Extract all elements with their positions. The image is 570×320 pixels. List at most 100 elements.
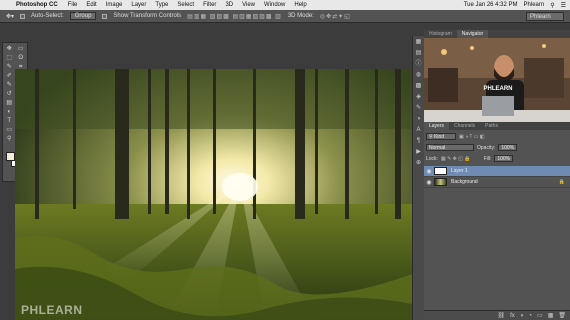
options-bar: ✥▾ Auto-Select: Group Show Transform Con…: [0, 10, 570, 23]
menu-file[interactable]: File: [68, 2, 78, 8]
quick-select-tool-icon[interactable]: ✎: [4, 63, 15, 71]
menu-filter[interactable]: Filter: [203, 2, 216, 8]
adjustment-layer-icon[interactable]: ◔: [528, 313, 532, 319]
layer-style-icon[interactable]: fx: [510, 313, 515, 319]
blend-mode-dropdown[interactable]: Normal: [426, 144, 474, 151]
filter-icons[interactable]: ▣ ◑ T ▭ ◧: [459, 134, 485, 140]
transform-controls-checkbox[interactable]: [102, 13, 108, 19]
document-canvas[interactable]: PHLEARN: [15, 69, 412, 320]
tab-paths[interactable]: Paths: [480, 122, 503, 130]
opacity-input[interactable]: 100%: [498, 144, 518, 151]
styles-icon[interactable]: ◈: [415, 93, 423, 101]
menu-image[interactable]: Image: [106, 2, 123, 8]
properties-icon[interactable]: ▤: [415, 49, 423, 57]
brushes-icon[interactable]: ✎: [415, 104, 423, 112]
type-tool-icon[interactable]: T: [4, 117, 15, 125]
auto-select-checkbox[interactable]: [20, 13, 26, 19]
navigator-tabs: Histogram Navigator: [424, 30, 570, 38]
presenter-video-frame: PHLEARN: [424, 38, 570, 122]
menu-type[interactable]: Type: [155, 2, 168, 8]
menu-view[interactable]: View: [242, 2, 255, 8]
clock-text[interactable]: Tue Jan 26 4:32 PM: [464, 2, 518, 8]
workspace-dropdown[interactable]: Phlearn: [526, 12, 564, 21]
menu-help[interactable]: Help: [294, 2, 306, 8]
move-tool-preset-icon[interactable]: ✥▾: [6, 13, 14, 20]
layers-panel: Layers Channels Paths ⚲ Kind ▣ ◑ T ▭ ◧ N…: [424, 122, 570, 320]
info-icon[interactable]: ⓘ: [415, 60, 423, 68]
lock-row: Lock: ▦ ✎ ✥ ◱ 🔒 Fill: 100%: [426, 155, 514, 162]
menu-select[interactable]: Select: [177, 2, 194, 8]
tab-histogram[interactable]: Histogram: [424, 30, 457, 38]
eyedropper-tool-icon[interactable]: ✐: [4, 72, 15, 80]
layer-row-layer-1[interactable]: ◉ Layer 1: [424, 166, 570, 177]
layer-thumbnail: [434, 167, 447, 175]
paragraph-icon[interactable]: ¶: [415, 137, 423, 145]
layers-bottom-bar: ⛓ fx ◑ ◔ ▭ ▦ 🗑: [424, 310, 570, 320]
layer-row-background[interactable]: ◉ Background 🔒: [424, 177, 570, 188]
presenter-video: PHLEARN: [424, 38, 570, 122]
move-tool-icon[interactable]: ✥: [4, 45, 15, 53]
navigator-panel: Histogram Navigator PHLEARN: [424, 30, 570, 122]
watermark-text: PHLEARN: [21, 303, 83, 317]
trash-icon[interactable]: 🗑: [558, 312, 566, 319]
auto-select-dropdown[interactable]: Group: [69, 12, 97, 20]
layers-tabs: Layers Channels Paths: [424, 122, 570, 130]
character-icon[interactable]: A: [415, 126, 423, 134]
tab-navigator[interactable]: Navigator: [456, 30, 489, 38]
3d-mode-label: 3D Mode:: [287, 13, 314, 19]
swatches-icon[interactable]: ▩: [415, 82, 423, 90]
menu-edit[interactable]: Edit: [86, 2, 96, 8]
panel-icon-strip: ▦ ▤ ⓘ ◍ ▩ ◈ ✎ ◑ A ¶ ▶ ⊕: [412, 36, 424, 320]
auto-select-label: Auto-Select:: [31, 13, 64, 19]
search-icon[interactable]: ⚲: [550, 2, 554, 9]
menubar-status: Tue Jan 26 4:32 PM Phlearn ⚲ ☰: [464, 0, 566, 10]
gradient-tool-icon[interactable]: ▤: [4, 99, 15, 107]
laptop-text: PHLEARN: [483, 86, 512, 92]
brush-tool-icon[interactable]: ✎: [4, 81, 15, 89]
new-layer-icon[interactable]: ▦: [548, 312, 554, 319]
link-layers-icon[interactable]: ⛓: [497, 312, 505, 319]
tab-channels[interactable]: Channels: [449, 122, 480, 130]
menu-layer[interactable]: Layer: [131, 2, 146, 8]
zoom-tool-icon[interactable]: ⚲: [4, 135, 15, 143]
lock-icons[interactable]: ▦ ✎ ✥ ◱ 🔒: [441, 156, 471, 162]
artboard-tool-icon[interactable]: ▭: [16, 45, 27, 53]
shape-tool-icon[interactable]: ▭: [4, 126, 15, 134]
opacity-label: Opacity:: [477, 144, 496, 151]
foreground-color-swatch[interactable]: [6, 152, 15, 161]
kind-label: Kind: [434, 134, 445, 140]
layer-thumbnail: [434, 178, 447, 186]
align-icons[interactable]: ▤▥▦ ▧▨▩ ▤▥▦▧▨▩ ▥: [187, 13, 282, 20]
add-mask-icon[interactable]: ◑: [520, 313, 524, 319]
color-icon[interactable]: ◍: [415, 71, 423, 79]
fill-label: Fill:: [483, 155, 492, 162]
history-brush-tool-icon[interactable]: ↺: [4, 90, 15, 98]
menu-3d[interactable]: 3D: [225, 2, 233, 8]
actions-icon[interactable]: ▶: [415, 148, 423, 156]
fill-input[interactable]: 100%: [494, 155, 514, 162]
blend-row: Normal Opacity: 100%: [426, 144, 518, 151]
lock-label: Lock:: [426, 155, 438, 162]
list-icon[interactable]: ☰: [561, 2, 566, 9]
menu-window[interactable]: Window: [264, 2, 285, 8]
tab-layers[interactable]: Layers: [424, 122, 450, 130]
lasso-tool-icon[interactable]: ʘ: [16, 54, 27, 62]
app-menu[interactable]: Photoshop CC: [16, 2, 58, 8]
menu-bar: Photoshop CC File Edit Image Layer Type …: [0, 0, 570, 10]
visibility-eye-icon[interactable]: ◉: [424, 168, 434, 175]
kind-filter-dropdown[interactable]: ⚲ Kind: [426, 133, 456, 140]
dodge-tool-icon[interactable]: ◐: [4, 108, 15, 116]
new-group-icon[interactable]: ▭: [537, 312, 543, 319]
history-icon[interactable]: ▦: [415, 38, 423, 46]
transform-controls-label: Show Transform Controls: [113, 13, 182, 19]
lock-icon: 🔒: [558, 179, 565, 185]
clone-source-icon[interactable]: ⊕: [415, 159, 423, 167]
marquee-tool-icon[interactable]: ⬚: [4, 54, 15, 62]
forest-photo: [15, 69, 412, 320]
layer-name: Layer 1: [451, 168, 468, 174]
visibility-eye-icon[interactable]: ◉: [424, 179, 434, 186]
adjustments-icon[interactable]: ◑: [415, 115, 423, 123]
user-menu[interactable]: Phlearn: [524, 2, 545, 8]
layer-filter-row: ⚲ Kind ▣ ◑ T ▭ ◧: [426, 133, 485, 140]
3d-mode-icons[interactable]: ◎✥⇄✦◱: [320, 13, 351, 20]
